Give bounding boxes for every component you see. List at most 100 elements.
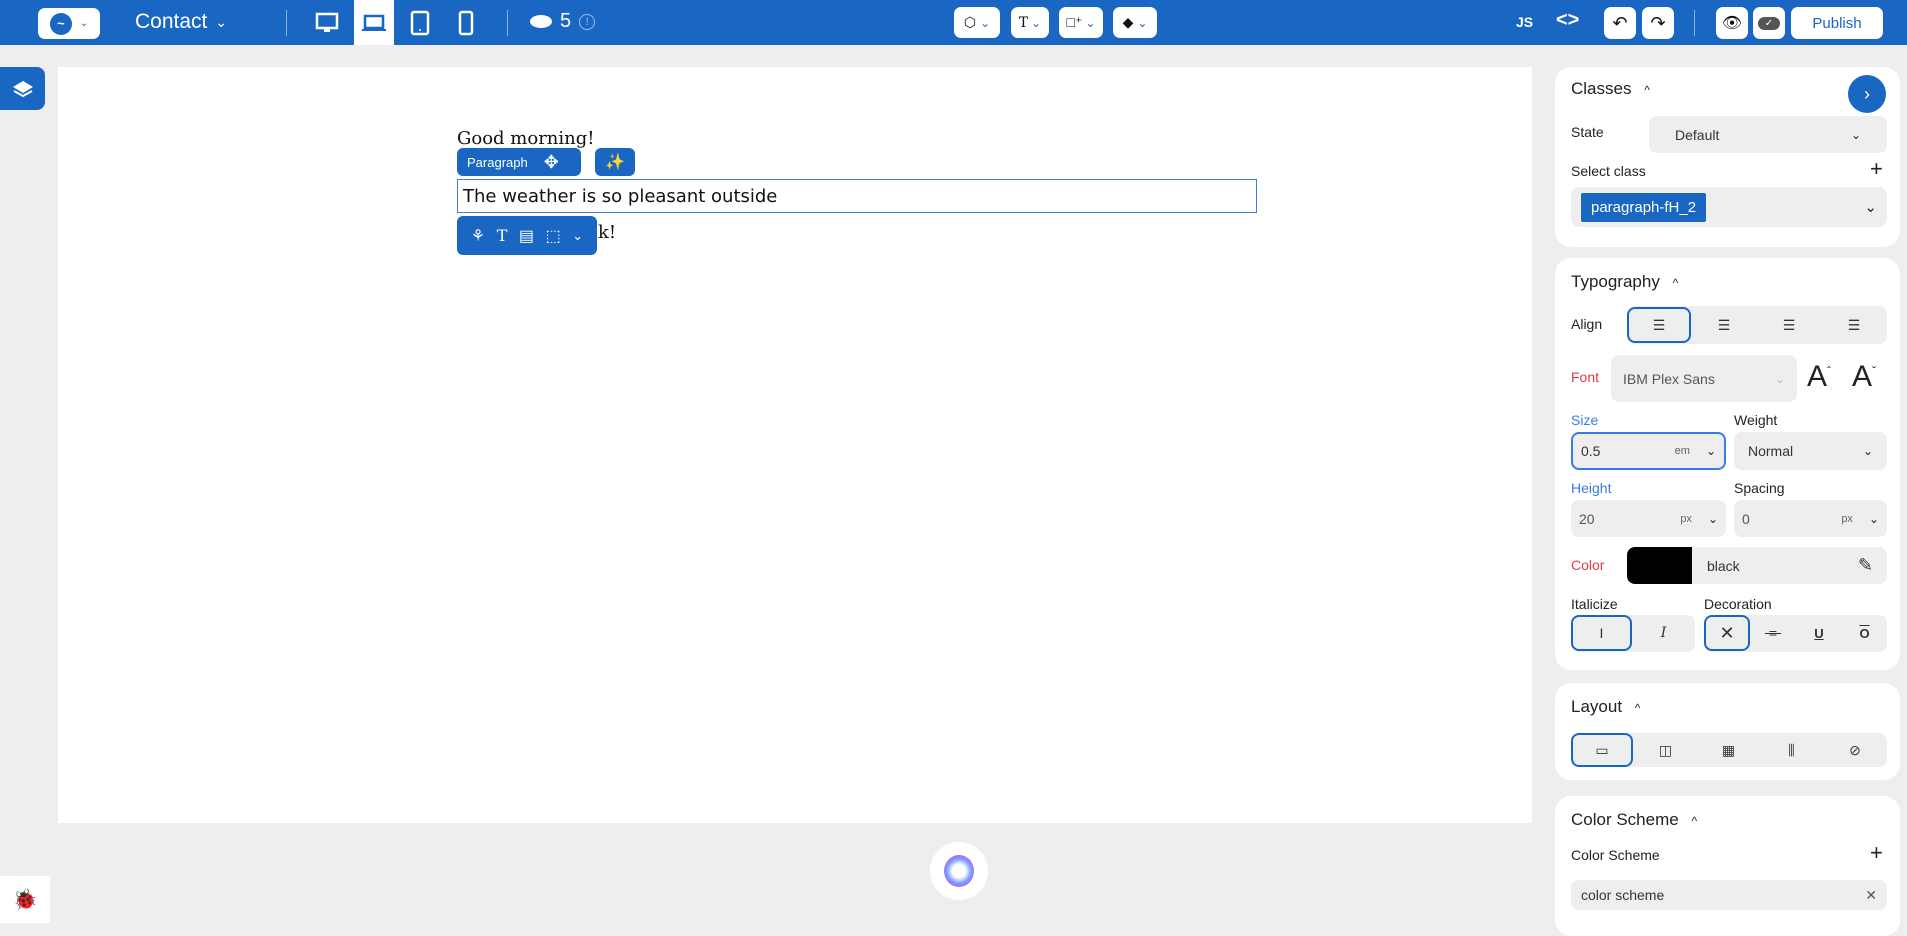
bug-icon: 🐞 xyxy=(12,889,38,911)
desktop-view-button[interactable] xyxy=(307,0,347,45)
undo-button[interactable]: ↶ xyxy=(1604,7,1636,39)
theme-menu-button[interactable]: ◆ ⌄ xyxy=(1113,7,1157,38)
display-grid-button[interactable]: ▦ xyxy=(1697,733,1760,767)
display-inline-button[interactable]: ⫼ xyxy=(1760,733,1823,767)
js-button[interactable]: JS xyxy=(1516,14,1533,30)
layout-header[interactable]: Layout ^ xyxy=(1571,697,1640,717)
overline-button[interactable]: O xyxy=(1842,615,1887,651)
app-menu-button[interactable]: ~ ⌄ xyxy=(38,8,100,39)
database-icon xyxy=(530,15,552,28)
mobile-view-button[interactable] xyxy=(446,0,486,45)
state-select[interactable]: Default ⌄ xyxy=(1649,116,1887,153)
strikethrough-button[interactable]: = xyxy=(1750,615,1796,651)
align-left-icon: ☰ xyxy=(1652,316,1666,333)
color-input[interactable]: black ✎ xyxy=(1627,547,1887,584)
tree-icon[interactable]: ⚘ xyxy=(471,226,485,246)
laptop-icon xyxy=(362,14,386,31)
italic-on-button[interactable]: I xyxy=(1633,615,1694,651)
component-menu-button[interactable]: ⬡ ⌄ xyxy=(954,7,1000,38)
layers-button[interactable] xyxy=(0,67,45,110)
layers-icon xyxy=(12,80,33,97)
font-label: Font xyxy=(1571,369,1600,385)
paragraph-good-morning[interactable]: Good morning! xyxy=(457,128,595,149)
element-toolbar: ⚘ T ▤ ⬚ ⌄ xyxy=(457,216,597,255)
size-label: Size xyxy=(1571,412,1599,428)
logo-icon: ~ xyxy=(49,12,72,35)
align-right-icon: ☰ xyxy=(1782,316,1796,333)
magic-wand-button[interactable]: ✨ xyxy=(595,148,635,176)
display-flex-button[interactable]: ◫ xyxy=(1634,733,1697,767)
class-chip[interactable]: paragraph-fH_2 xyxy=(1581,192,1707,222)
add-color-scheme-icon[interactable]: + xyxy=(1870,840,1883,866)
class-select[interactable]: paragraph-fH_2 ⌄ xyxy=(1571,187,1887,227)
paragraph-third[interactable]: k! xyxy=(598,222,616,243)
align-justify-button[interactable]: ☰ xyxy=(1822,307,1886,343)
design-canvas[interactable]: Good morning! k! The weather is so pleas… xyxy=(58,67,1532,823)
underline-button[interactable]: U xyxy=(1796,615,1842,651)
code-icon[interactable]: <> xyxy=(1556,9,1579,32)
element-type-label: Paragraph xyxy=(467,154,528,170)
decoration-label: Decoration xyxy=(1704,596,1772,612)
ai-orb-icon xyxy=(944,855,974,887)
size-input[interactable]: 0.5 em ⌄ xyxy=(1571,432,1726,470)
text-icon: T xyxy=(1018,14,1029,31)
publish-button[interactable]: Publish xyxy=(1791,7,1883,39)
classes-panel: Classes ^ › State Default ⌄ Select class … xyxy=(1555,67,1900,247)
line-height-input[interactable]: 20 px ⌄ xyxy=(1571,500,1726,537)
redo-button[interactable]: ↷ xyxy=(1642,7,1674,39)
increase-font-size-button[interactable]: Aˆ xyxy=(1807,360,1831,394)
typography-panel: Typography ^ Align ☰ ☰ ☰ ☰ Font IBM Plex… xyxy=(1555,258,1900,670)
align-group: ☰ ☰ ☰ ☰ xyxy=(1627,306,1887,344)
display-none-button[interactable]: ⊘ xyxy=(1823,733,1887,767)
classes-header[interactable]: Classes ^ xyxy=(1571,79,1650,99)
color-swatch[interactable] xyxy=(1627,547,1692,584)
laptop-view-button[interactable] xyxy=(354,0,394,45)
italic-group: I I xyxy=(1571,615,1695,652)
align-center-button[interactable]: ☰ xyxy=(1692,307,1756,343)
color-scheme-header[interactable]: Color Scheme ^ xyxy=(1571,810,1697,830)
typography-header[interactable]: Typography ^ xyxy=(1571,272,1678,292)
selected-paragraph[interactable]: The weather is so pleasant outside xyxy=(457,179,1257,213)
preview-eye-icon: 👁 xyxy=(1721,15,1743,32)
preview-button[interactable]: 👁 xyxy=(1716,7,1748,39)
letter-spacing-input[interactable]: 0 px ⌄ xyxy=(1734,500,1887,537)
color-label: Color xyxy=(1571,557,1605,573)
font-select[interactable]: IBM Plex Sans ⌄ xyxy=(1611,355,1797,402)
move-icon[interactable]: ✥ xyxy=(544,152,559,173)
weight-select[interactable]: Normal ⌄ xyxy=(1734,432,1887,470)
flex-icon: ◫ xyxy=(1658,741,1673,758)
mobile-icon xyxy=(458,10,474,35)
align-right-button[interactable]: ☰ xyxy=(1757,307,1821,343)
decoration-group: ✕ = U O xyxy=(1704,615,1887,652)
chevron-down-icon[interactable]: ⌄ xyxy=(572,228,583,244)
text-icon[interactable]: T xyxy=(497,226,508,245)
spacing-icon[interactable]: ⬚ xyxy=(546,226,561,246)
ai-assistant-button[interactable] xyxy=(930,842,988,900)
divider xyxy=(507,10,508,36)
color-scheme-label: Color Scheme xyxy=(1571,847,1660,863)
columns-icon: ⫼ xyxy=(1788,741,1795,758)
display-block-button[interactable]: ▭ xyxy=(1571,733,1633,767)
save-button[interactable]: ✓ xyxy=(1753,7,1785,39)
tablet-icon xyxy=(410,10,430,35)
cloud-save-icon: ✓ xyxy=(1758,16,1780,30)
tablet-view-button[interactable] xyxy=(400,0,440,45)
element-badge[interactable]: Paragraph ✥ xyxy=(457,148,581,176)
align-label: Align xyxy=(1571,316,1603,332)
weight-label: Weight xyxy=(1734,412,1778,428)
italic-off-button[interactable]: I xyxy=(1571,615,1632,651)
color-scheme-chip[interactable]: color scheme ✕ xyxy=(1571,880,1887,910)
page-selector[interactable]: Contact ⌄ xyxy=(135,10,227,34)
text-menu-button[interactable]: T ⌄ xyxy=(1011,7,1049,38)
decoration-none-button[interactable]: ✕ xyxy=(1704,615,1750,651)
close-icon[interactable]: ✕ xyxy=(1865,887,1877,904)
add-class-icon[interactable]: + xyxy=(1870,156,1883,182)
layout-icon[interactable]: ▤ xyxy=(519,226,534,246)
align-left-button[interactable]: ☰ xyxy=(1627,307,1691,343)
decrease-font-size-button[interactable]: Aˇ xyxy=(1852,360,1876,394)
database-status[interactable]: 5 ! xyxy=(530,10,596,33)
eyedropper-icon[interactable]: ✎ xyxy=(1858,555,1873,576)
collapse-panel-button[interactable]: › xyxy=(1848,75,1886,113)
add-element-button[interactable]: □⁺ ⌄ xyxy=(1059,7,1103,38)
debug-button[interactable]: 🐞 xyxy=(0,876,50,923)
